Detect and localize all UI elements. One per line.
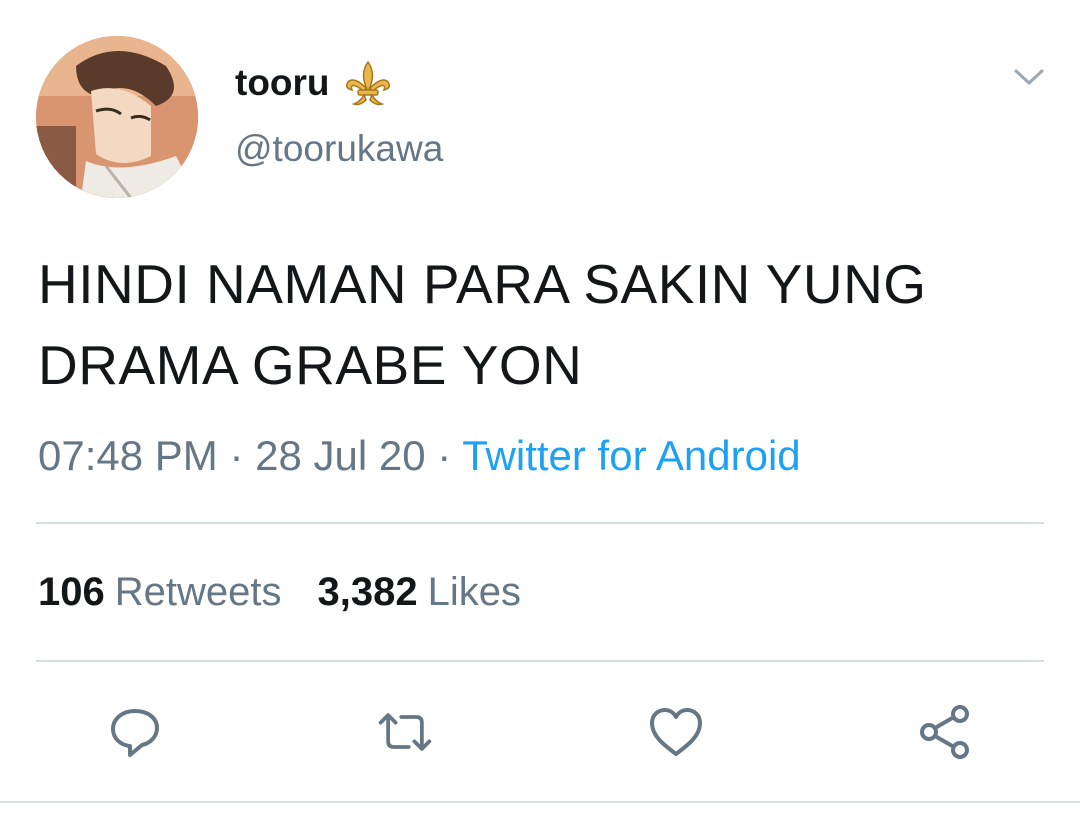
retweets-count: 106 (38, 570, 105, 614)
likes-label: Likes (427, 570, 521, 614)
meta-separator: · (229, 432, 244, 479)
tweet-detail: tooru @toorukawa HINDI NAMAN PARA SAKIN … (0, 0, 1080, 822)
user-handle[interactable]: @toorukawa (235, 128, 443, 170)
reply-icon (111, 709, 159, 757)
tweet-source-link[interactable]: Twitter for Android (462, 432, 800, 479)
meta-separator: · (437, 432, 452, 479)
likes-stat[interactable]: 3,382 Likes (318, 570, 522, 615)
share-icon (920, 705, 969, 759)
avatar-image (36, 36, 198, 198)
tweet-stats: 106 Retweets 3,382 Likes (38, 570, 521, 615)
fleur-de-lis-icon (340, 58, 396, 108)
like-icon (650, 708, 702, 756)
tweet-text: HINDI NAMAN PARA SAKIN YUNG DRAMA GRABE … (38, 244, 1048, 406)
divider (36, 660, 1044, 662)
divider (36, 522, 1044, 524)
chevron-down-icon[interactable] (1012, 62, 1046, 92)
display-name-row[interactable]: tooru (235, 58, 396, 108)
retweets-stat[interactable]: 106 Retweets (38, 570, 282, 615)
tweet-meta: 07:48 PM · 28 Jul 20 · Twitter for Andro… (38, 432, 801, 480)
like-button[interactable] (646, 702, 706, 762)
display-name[interactable]: tooru (235, 62, 330, 104)
tweet-text-line: HINDI NAMAN PARA SAKIN YUNG (38, 253, 927, 315)
likes-count: 3,382 (317, 570, 418, 614)
avatar[interactable] (36, 36, 198, 198)
share-button[interactable] (915, 702, 975, 762)
retweets-label: Retweets (114, 570, 282, 614)
reply-button[interactable] (105, 702, 165, 762)
retweet-icon (378, 713, 432, 751)
divider (0, 801, 1080, 803)
tweet-time: 07:48 PM (38, 432, 218, 479)
tweet-text-line: DRAMA GRABE YON (38, 334, 583, 396)
tweet-date: 28 Jul 20 (255, 432, 426, 479)
retweet-button[interactable] (375, 702, 435, 762)
